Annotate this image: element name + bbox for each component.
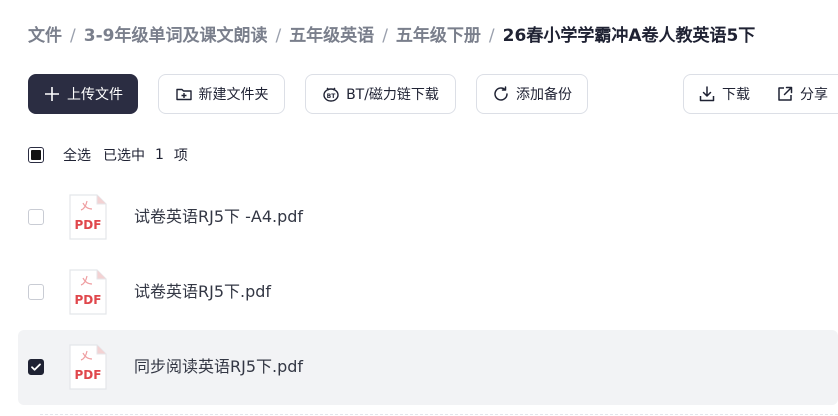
breadcrumb-current-folder: 26春小学学霸冲A卷人教英语5下 [502,26,756,46]
download-icon [698,85,716,103]
plus-icon [43,85,61,103]
download-button[interactable]: 下载 [684,75,750,113]
selected-prefix: 已选中 [103,148,145,164]
breadcrumb-item-grade-3-9[interactable]: 3-9年级单词及课文朗读 [84,24,268,48]
file-checkbox[interactable] [28,284,44,300]
selected-suffix: 项 [173,148,188,164]
file-list: PDF 试卷英语RJ5下 -A4.pdf PDF 试卷英语RJ5下.pdf PD… [18,180,838,405]
share-button[interactable]: 分享 [750,75,828,113]
breadcrumb-item-files[interactable]: 文件 [28,24,62,48]
selection-bar: 全选 已选中 1 项 [28,144,188,166]
toolbar: 上传文件 新建文件夹 BT BT/磁力链下载 添加备份 下载 分享 [28,74,838,116]
upload-button[interactable]: 上传文件 [28,74,138,114]
svg-text:BT: BT [327,93,337,100]
file-name[interactable]: 试卷英语RJ5下 -A4.pdf [134,206,303,228]
pdf-file-icon: PDF [69,194,107,240]
selected-count: 1 [155,147,164,163]
select-all-checkbox[interactable] [28,147,44,163]
breadcrumb-separator: / [488,26,495,46]
pdf-file-icon: PDF [69,269,107,315]
breadcrumb-item-grade5-english[interactable]: 五年级英语 [289,24,374,48]
sync-icon [492,85,510,103]
checkmark-icon [31,363,41,371]
bt-icon: BT [322,85,340,103]
file-manager-page: 文件 / 3-9年级单词及课文朗读 / 五年级英语 / 五年级下册 / 26春小… [0,0,838,416]
pdf-file-icon: PDF [69,344,107,390]
file-checkbox[interactable] [28,359,44,375]
add-backup-label: 添加备份 [516,87,572,103]
breadcrumb-separator: / [70,26,76,46]
file-row[interactable]: PDF 同步阅读英语RJ5下.pdf [18,330,838,405]
file-row[interactable]: PDF 试卷英语RJ5下 -A4.pdf [18,180,838,255]
list-divider [40,414,838,415]
breadcrumb: 文件 / 3-9年级单词及课文朗读 / 五年级英语 / 五年级下册 / 26春小… [28,24,755,48]
breadcrumb-separator: / [382,26,388,46]
add-backup-button[interactable]: 添加备份 [476,74,588,114]
breadcrumb-separator: / [275,26,282,46]
upload-button-label: 上传文件 [67,87,123,103]
pdf-type-label: PDF [75,293,102,307]
new-folder-button[interactable]: 新建文件夹 [158,74,285,114]
folder-plus-icon [175,85,193,103]
file-name[interactable]: 试卷英语RJ5下.pdf [134,281,271,303]
pdf-type-label: PDF [75,368,102,382]
pdf-type-label: PDF [75,218,102,232]
share-label: 分享 [800,87,828,103]
select-all-label[interactable]: 全选 [63,145,91,165]
download-share-group: 下载 分享 [683,74,838,114]
bt-magnet-download-label: BT/磁力链下载 [346,87,439,103]
file-checkbox[interactable] [28,209,44,225]
new-folder-button-label: 新建文件夹 [198,87,269,103]
bt-magnet-download-button[interactable]: BT BT/磁力链下载 [305,74,456,114]
share-icon [776,85,794,103]
file-name[interactable]: 同步阅读英语RJ5下.pdf [134,356,303,378]
file-row[interactable]: PDF 试卷英语RJ5下.pdf [18,255,838,330]
breadcrumb-item-grade5-second-term[interactable]: 五年级下册 [396,24,481,48]
download-label: 下载 [722,87,750,103]
